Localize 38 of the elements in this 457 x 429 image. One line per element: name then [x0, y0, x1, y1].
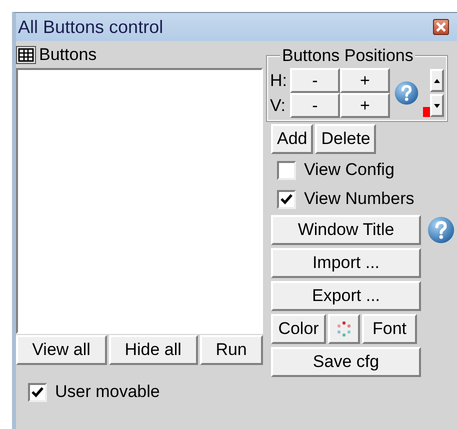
edit-button[interactable]: Delete	[315, 124, 376, 154]
spin-up-button[interactable]	[430, 69, 444, 92]
plus-button[interactable]: +	[340, 68, 390, 93]
down-arrow-icon	[434, 104, 440, 108]
save-button[interactable]: Save cfg	[271, 347, 421, 377]
palette-icon	[335, 320, 353, 338]
list-button[interactable]: Run	[200, 335, 264, 365]
check-icon	[280, 193, 293, 205]
close-button[interactable]	[433, 19, 449, 35]
minus-button[interactable]: -	[290, 93, 340, 118]
grid-icon	[16, 46, 36, 64]
check-icon	[31, 386, 44, 398]
edit-button[interactable]: Add	[271, 124, 314, 154]
checkbox[interactable]	[277, 160, 296, 180]
checkbox-label: View Config	[304, 160, 394, 180]
up-arrow-icon	[434, 78, 440, 82]
minus-button[interactable]: -	[290, 68, 340, 93]
font-button[interactable]: Font	[362, 314, 417, 344]
checkbox-label: View Numbers	[304, 189, 414, 209]
checkbox[interactable]	[28, 382, 47, 402]
file-button[interactable]: Export ...	[271, 281, 421, 311]
palette-button[interactable]	[328, 314, 360, 344]
list-label: Buttons	[39, 45, 97, 65]
window-title-button[interactable]: Window Title	[271, 215, 421, 245]
spin-down-button[interactable]	[430, 94, 444, 117]
axis-label: V:	[270, 96, 286, 116]
checkbox[interactable]	[277, 190, 296, 208]
color-button[interactable]: Color	[271, 314, 326, 344]
file-button[interactable]: Import ...	[271, 248, 421, 278]
list-button[interactable]: Hide all	[108, 335, 198, 365]
window-title: All Buttons control	[18, 16, 164, 38]
plus-button[interactable]: +	[340, 93, 390, 118]
axis-label: H:	[270, 70, 288, 90]
checkbox-label: User movable	[55, 382, 160, 402]
close-icon	[435, 21, 447, 33]
help-icon[interactable]	[427, 216, 455, 244]
position-marker	[423, 107, 430, 117]
list-button[interactable]: View all	[16, 335, 107, 365]
